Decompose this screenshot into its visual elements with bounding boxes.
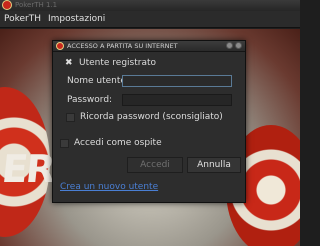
cancel-button[interactable]: Annulla — [187, 157, 241, 173]
dialog-title: ACCESSO A PARTITA SU INTERNET — [67, 42, 178, 50]
pokerth-logo-icon — [56, 42, 64, 50]
close-icon[interactable] — [235, 42, 242, 49]
username-input[interactable] — [122, 75, 232, 87]
password-label: Password: — [67, 95, 113, 105]
password-input[interactable] — [122, 94, 232, 106]
username-label: Nome utente: — [67, 76, 129, 86]
guest-login-label: Accedi come ospite — [74, 138, 162, 148]
login-button[interactable]: Accedi — [127, 157, 183, 173]
app-title: PokerTH 1.1 — [15, 1, 58, 9]
guest-login-checkbox[interactable] — [60, 139, 69, 148]
checkmark-icon[interactable]: ✖ — [65, 58, 73, 68]
help-icon[interactable] — [226, 42, 233, 49]
menu-impostazioni[interactable]: Impostazioni — [48, 14, 105, 24]
internet-login-dialog: ACCESSO A PARTITA SU INTERNET ✖ Utente r… — [52, 40, 246, 203]
registered-user-label[interactable]: Utente registrato — [79, 58, 156, 68]
menubar: PokerTH Impostazioni — [0, 11, 300, 28]
remember-password-checkbox[interactable] — [66, 113, 75, 122]
menu-pokerth[interactable]: PokerTH — [4, 14, 41, 24]
dialog-titlebar[interactable]: ACCESSO A PARTITA SU INTERNET — [53, 41, 245, 52]
app-titlebar: PokerTH 1.1 — [0, 0, 300, 11]
remember-password-label: Ricorda password (sconsigliato) — [80, 112, 223, 122]
background-logo-text: ER — [0, 147, 56, 191]
pokerth-logo-icon — [2, 0, 12, 10]
create-user-link[interactable]: Crea un nuovo utente — [60, 182, 158, 192]
